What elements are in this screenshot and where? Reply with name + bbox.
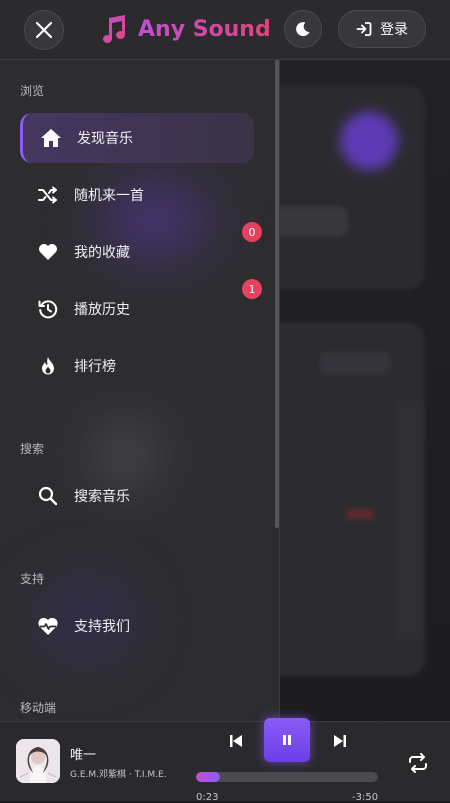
- sidebar-item-discover[interactable]: 发现音乐: [20, 113, 254, 163]
- section-title-browse: 浏览: [20, 84, 45, 98]
- sidebar-item-search[interactable]: 搜索音乐: [20, 471, 254, 521]
- heart-pulse-icon: [36, 614, 60, 638]
- skip-previous-icon: [230, 735, 242, 747]
- background-card: [255, 85, 425, 290]
- favorites-count-badge: 0: [242, 222, 262, 242]
- fire-icon: [36, 354, 60, 378]
- app-logo[interactable]: Any Sound: [100, 14, 271, 44]
- album-art-image: [16, 739, 60, 783]
- section-title-search: 搜索: [20, 442, 45, 456]
- search-icon: [36, 484, 60, 508]
- sign-in-icon: [356, 22, 372, 36]
- sidebar-scrollbar[interactable]: [275, 60, 279, 528]
- sidebar-item-label: 支持我们: [74, 619, 130, 635]
- progress-bar[interactable]: [196, 772, 378, 782]
- section-title-mobile: 移动端: [20, 701, 57, 715]
- app-title: Any Sound: [138, 16, 271, 42]
- background-tag: [320, 352, 390, 374]
- repeat-icon: [409, 753, 427, 773]
- history-count-badge: 1: [242, 279, 262, 299]
- pause-icon: [283, 735, 291, 745]
- play-pause-button[interactable]: [264, 718, 310, 762]
- sidebar-item-support[interactable]: 支持我们: [20, 601, 254, 651]
- close-menu-button[interactable]: [24, 10, 64, 50]
- shuffle-icon: [36, 183, 60, 207]
- sidebar-item-random[interactable]: 随机来一首: [20, 170, 254, 220]
- history-icon: [36, 297, 60, 321]
- background-search-glow: [340, 112, 398, 170]
- login-button[interactable]: 登录: [338, 10, 426, 48]
- song-title: 唯一: [70, 748, 97, 763]
- bottom-player: 唯一 G.E.M.邓紫棋 · T.I.M.E. 0:23 -3:50: [0, 718, 450, 803]
- current-time: 0:23: [196, 792, 219, 803]
- moon-icon: [296, 22, 310, 37]
- sidebar-item-charts[interactable]: 排行榜: [20, 341, 254, 391]
- music-note-icon: [103, 15, 125, 43]
- skip-next-icon: [334, 735, 346, 747]
- sidebar-item-label: 随机来一首: [74, 188, 144, 204]
- sidebar-item-label: 发现音乐: [77, 131, 133, 147]
- sidebar-item-history[interactable]: 播放历史: [20, 284, 254, 334]
- sidebar-item-favorites[interactable]: 我的收藏: [20, 227, 254, 277]
- home-icon: [39, 126, 63, 150]
- sidebar-item-label: 播放历史: [74, 302, 130, 318]
- background-mark: [346, 510, 374, 518]
- sidebar-drawer: 浏览 发现音乐 随机来一首 我的收藏 0 播放历史 1 排行榜 搜索 搜索音乐 …: [0, 60, 280, 721]
- remaining-time: -3:50: [352, 792, 379, 803]
- song-artist: G.E.M.邓紫棋 · T.I.M.E.: [70, 770, 167, 780]
- theme-toggle-button[interactable]: [284, 10, 322, 48]
- close-icon: [35, 21, 53, 39]
- sidebar-item-label: 我的收藏: [74, 245, 130, 261]
- heart-icon: [36, 240, 60, 264]
- login-label: 登录: [380, 22, 408, 38]
- album-cover[interactable]: [16, 739, 60, 783]
- next-track-button[interactable]: [329, 730, 351, 752]
- top-header: Any Sound 登录: [0, 0, 450, 60]
- previous-track-button[interactable]: [225, 730, 247, 752]
- section-title-support: 支持: [20, 572, 45, 586]
- sidebar-item-label: 搜索音乐: [74, 489, 130, 505]
- repeat-button[interactable]: [405, 750, 431, 776]
- background-stripe: [396, 400, 422, 640]
- sidebar-item-label: 排行榜: [74, 359, 116, 375]
- progress-fill: [196, 772, 220, 782]
